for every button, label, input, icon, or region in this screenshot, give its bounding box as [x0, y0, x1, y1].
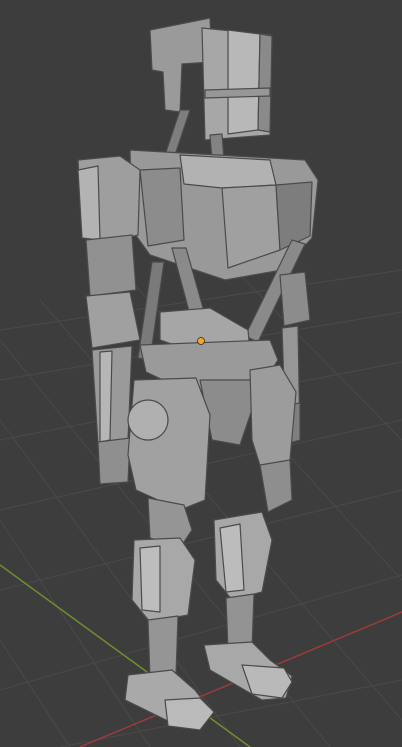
robot-leg-left[interactable] [124, 377, 215, 731]
3d-viewport[interactable] [0, 0, 402, 747]
robot-head[interactable] [149, 17, 273, 141]
viewport-canvas[interactable] [0, 0, 402, 747]
neck-strut-left [165, 109, 191, 156]
robot-model[interactable] [77, 17, 319, 731]
origin-marker[interactable] [197, 337, 205, 345]
